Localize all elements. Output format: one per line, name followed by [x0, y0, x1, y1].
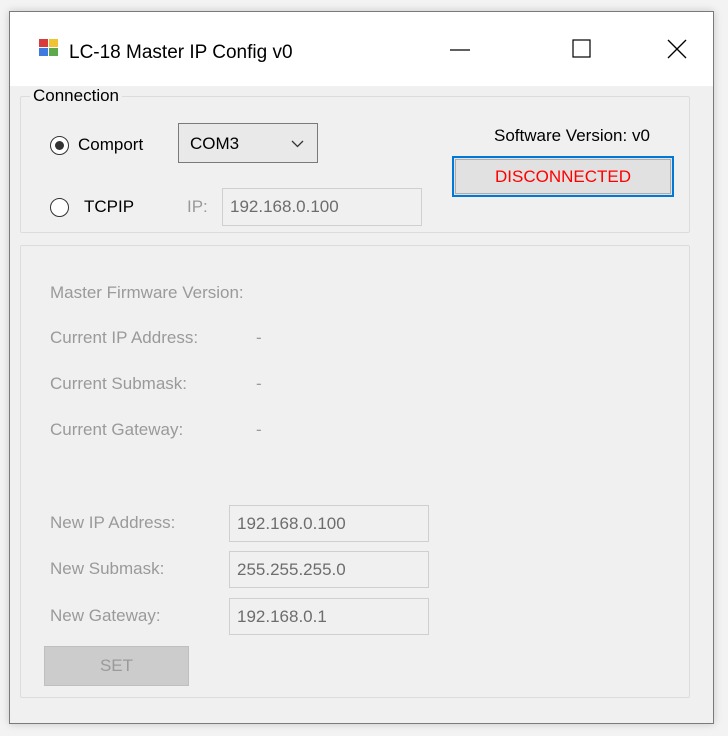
new-gateway-label: New Gateway: — [50, 606, 161, 625]
current-submask-value: - — [256, 374, 262, 393]
minimize-button[interactable] — [424, 12, 496, 86]
ip-address-input[interactable]: 192.168.0.100 — [222, 188, 422, 226]
chevron-down-icon — [291, 140, 304, 148]
tcpip-label[interactable]: TCPIP — [84, 197, 134, 217]
com-port-value: COM3 — [190, 134, 240, 153]
maximize-icon — [572, 39, 591, 58]
radio-selected-dot — [55, 141, 64, 150]
master-firmware-label: Master Firmware Version: — [50, 283, 244, 302]
new-submask-value: 255.255.255.0 — [237, 560, 346, 579]
connection-status-label: DISCONNECTED — [494, 167, 631, 186]
com-port-select[interactable]: COM3 — [178, 123, 318, 163]
tcpip-radio[interactable] — [50, 198, 69, 217]
new-ip-input[interactable]: 192.168.0.100 — [229, 505, 429, 542]
title-bar[interactable]: LC-18 Master IP Config v0 — [10, 12, 713, 86]
current-submask-label: Current Submask: — [50, 374, 187, 393]
new-ip-label: New IP Address: — [50, 513, 176, 532]
new-gateway-value: 192.168.0.1 — [237, 607, 327, 626]
minimize-icon — [450, 49, 470, 51]
set-button-label: SET — [99, 656, 134, 675]
window-title: LC-18 Master IP Config v0 — [69, 42, 293, 63]
connection-status-button[interactable]: DISCONNECTED — [452, 156, 674, 197]
current-gateway-value: - — [256, 420, 262, 439]
close-icon — [667, 39, 687, 59]
current-gateway-label: Current Gateway: — [50, 420, 184, 439]
current-ip-value: - — [256, 328, 262, 347]
set-button[interactable]: SET — [44, 646, 189, 686]
connection-legend: Connection — [30, 86, 123, 106]
new-submask-label: New Submask: — [50, 559, 165, 578]
comport-label[interactable]: Comport — [78, 135, 143, 155]
new-gateway-input[interactable]: 192.168.0.1 — [229, 598, 429, 635]
close-button[interactable] — [641, 12, 713, 86]
app-icon — [39, 39, 59, 57]
ip-address-value: 192.168.0.100 — [230, 197, 339, 216]
software-version-text: Software Version: v0 — [494, 126, 650, 145]
new-ip-value: 192.168.0.100 — [237, 514, 346, 533]
new-submask-input[interactable]: 255.255.255.0 — [229, 551, 429, 588]
ip-label: IP: — [187, 197, 208, 216]
comport-radio[interactable] — [50, 136, 69, 155]
maximize-button[interactable] — [546, 12, 618, 86]
current-ip-label: Current IP Address: — [50, 328, 199, 347]
